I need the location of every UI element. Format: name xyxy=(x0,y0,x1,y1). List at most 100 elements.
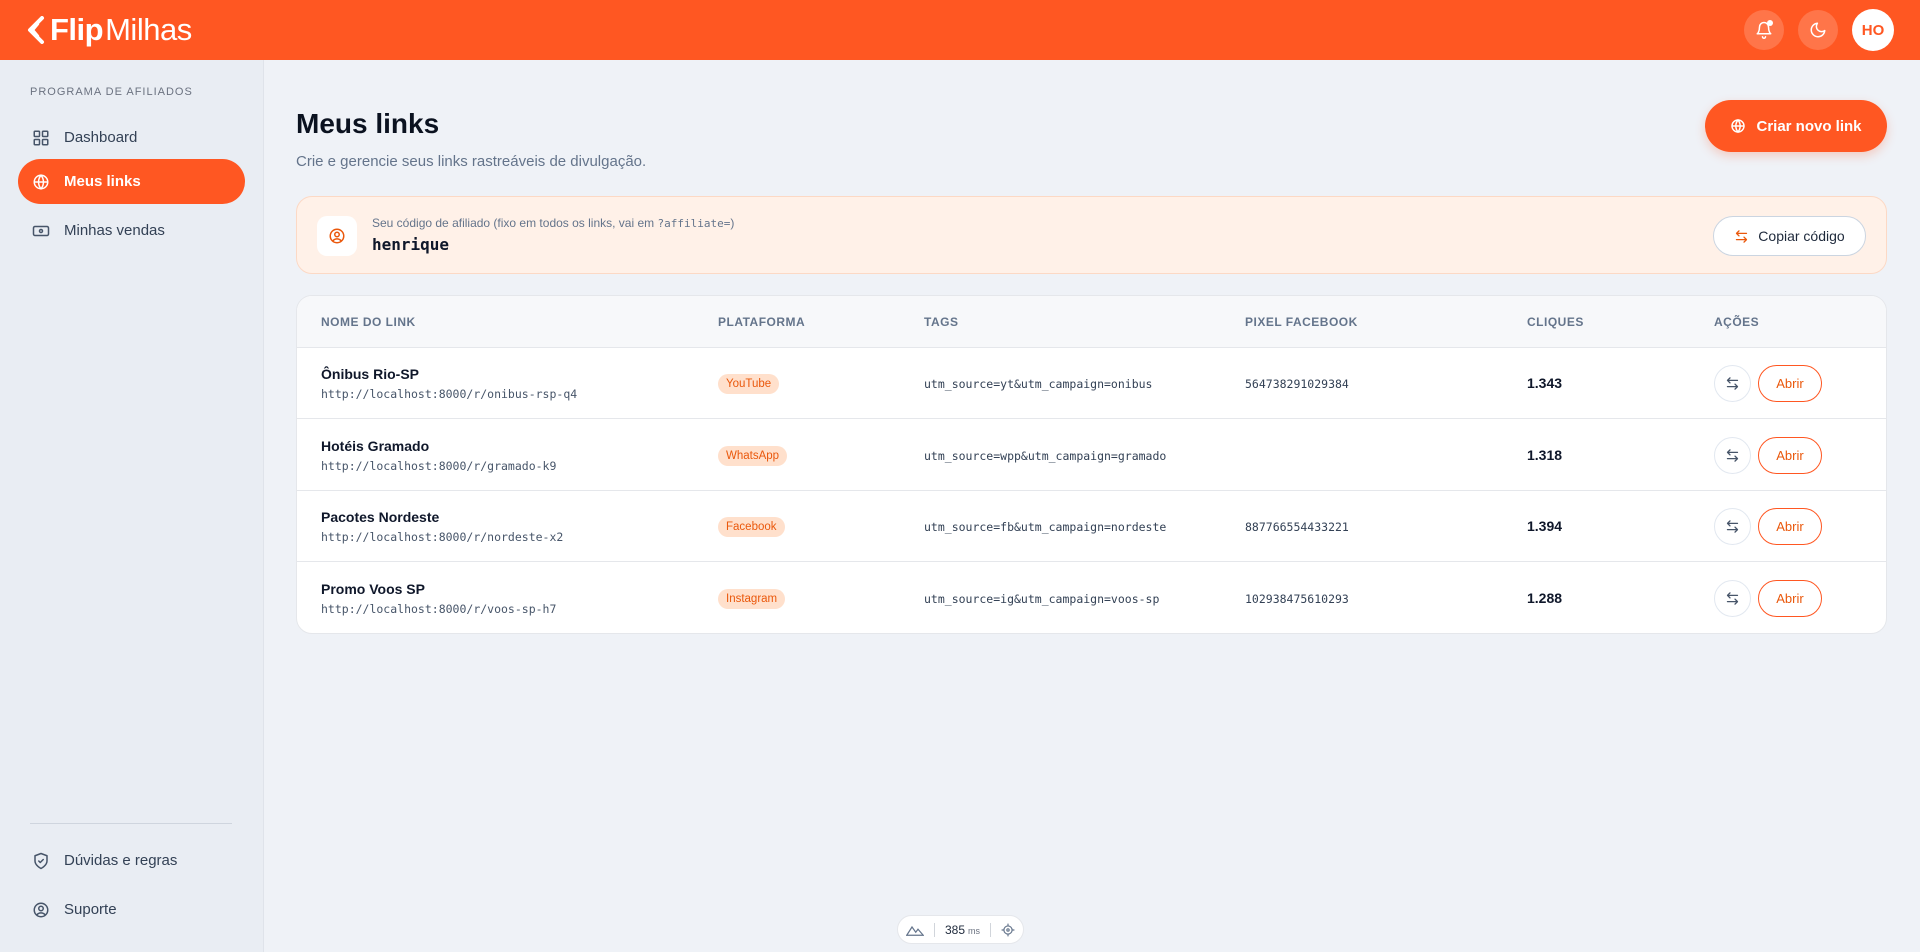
sidebar-item-label: Minhas vendas xyxy=(64,222,165,239)
perf-value: 385 xyxy=(944,922,965,937)
platform-badge: WhatsApp xyxy=(718,445,788,466)
clicks-cell: 1.394 xyxy=(1527,518,1563,534)
col-header-name: NOME DO LINK xyxy=(321,315,416,329)
tags-cell: utm_source=wpp&utm_campaign=gramado xyxy=(924,448,1167,463)
tags-cell: utm_source=fb&utm_campaign=nordeste xyxy=(924,520,1167,534)
brand-name-bold: Flip xyxy=(50,12,104,47)
swap-button[interactable] xyxy=(1714,365,1751,402)
open-link-button[interactable]: Abrir xyxy=(1758,579,1822,617)
theme-toggle-button[interactable] xyxy=(1798,10,1838,50)
swap-button[interactable] xyxy=(1714,436,1751,474)
pixel-cell: 887766554433221 xyxy=(1245,520,1349,534)
brand-name-light: Milhas xyxy=(105,12,192,47)
link-name: Promo Voos SP xyxy=(321,580,425,597)
top-bar: Flip Milhas HO xyxy=(0,0,1920,60)
link-name-cell: Promo Voos SP http://localhost:8000/r/voo… xyxy=(321,581,556,616)
link-name: Pacotes Nordeste xyxy=(321,509,440,525)
sidebar-item-label: Meus links xyxy=(64,173,141,190)
platform-cell: Facebook xyxy=(718,517,785,537)
sidebar-item-duvidas-e-regras[interactable]: Dúvidas e regras xyxy=(18,838,245,883)
col-header-clicks: CLIQUES xyxy=(1527,315,1584,329)
create-link-button[interactable]: Criar novo link xyxy=(1705,100,1887,152)
perf-separator xyxy=(933,922,935,937)
table-row: Hotéis Gramado http://localhost:8000/r/gr… xyxy=(297,420,1886,491)
user-avatar[interactable]: HO xyxy=(1852,9,1894,51)
table-header: NOME DO LINK PLATAFORMA TAGS PIXEL FACEB… xyxy=(297,296,1886,348)
swap-arrows-icon xyxy=(1726,591,1739,605)
sidebar-item-minhas-vendas[interactable]: Minhas vendas xyxy=(18,208,245,253)
link-url[interactable]: http://localhost:8000/r/gramado-k9 xyxy=(321,459,556,473)
page-subtitle: Crie e gerencie seus links rastreáveis d… xyxy=(296,153,647,170)
clicks-cell: 1.288 xyxy=(1527,589,1563,606)
sidebar-item-suporte[interactable]: Suporte xyxy=(18,887,245,932)
affiliate-code-value: henrique xyxy=(372,235,450,254)
swap-button[interactable] xyxy=(1714,508,1751,545)
link-name: Ônibus Rio-SP xyxy=(321,366,419,382)
platform-cell: WhatsApp xyxy=(718,445,788,466)
links-table: NOME DO LINK PLATAFORMA TAGS PIXEL FACEB… xyxy=(296,295,1887,634)
sidebar-item-meus-links[interactable]: Meus links xyxy=(18,159,245,204)
platform-badge: Instagram xyxy=(718,588,786,609)
swap-arrows-icon xyxy=(1736,229,1748,243)
ticket-icon xyxy=(32,225,50,236)
shield-check-icon xyxy=(34,852,48,869)
link-name: Hotéis Gramado xyxy=(321,437,430,454)
copy-code-label: Copiar código xyxy=(1758,228,1845,244)
open-link-button[interactable]: Abrir xyxy=(1758,508,1822,545)
affiliate-code-box: Seu código de afiliado (fixo em todos os… xyxy=(296,196,1887,274)
sidebar-item-label: Dúvidas e regras xyxy=(64,852,178,869)
create-link-label: Criar novo link xyxy=(1756,117,1862,135)
page-title: Meus links xyxy=(296,108,440,139)
platform-badge: YouTube xyxy=(718,374,780,394)
col-header-platform: PLATAFORMA xyxy=(718,315,806,329)
perf-unit: ms xyxy=(968,925,980,936)
perf-separator xyxy=(989,922,991,937)
platform-cell: Instagram xyxy=(718,588,786,609)
tags-cell: utm_source=yt&utm_campaign=onibus xyxy=(924,377,1153,391)
link-name-cell: Hotéis Gramado http://localhost:8000/r/gr… xyxy=(321,438,556,473)
sidebar-item-dashboard[interactable]: Dashboard xyxy=(18,115,245,160)
sidebar: PROGRAMA DE AFILIADOS Dashboard Meus lin… xyxy=(0,60,264,952)
platform-cell: YouTube xyxy=(718,374,780,394)
table-row: Ônibus Rio-SP http://localhost:8000/r/oni… xyxy=(297,348,1886,419)
sidebar-divider xyxy=(30,823,232,824)
sidebar-item-label: Dashboard xyxy=(64,129,138,146)
pixel-cell: 102938475610293 xyxy=(1245,591,1349,606)
clicks-cell: 1.318 xyxy=(1527,446,1563,463)
swap-arrows-icon xyxy=(1726,377,1739,390)
swap-arrows-icon xyxy=(1726,520,1739,533)
performance-indicator[interactable]: 385 ms xyxy=(897,915,1024,944)
sidebar-section-title: PROGRAMA DE AFILIADOS xyxy=(30,86,193,98)
copy-code-button[interactable]: Copiar código xyxy=(1713,216,1866,256)
notifications-button[interactable] xyxy=(1744,10,1784,50)
table-row: Promo Voos SP http://localhost:8000/r/voo… xyxy=(297,563,1886,634)
link-name-cell: Ônibus Rio-SP http://localhost:8000/r/oni… xyxy=(321,366,577,401)
logo-chevron-icon xyxy=(28,16,44,44)
mountains-icon xyxy=(906,925,924,936)
affiliate-icon-wrap xyxy=(317,216,357,256)
user-circle-icon xyxy=(33,902,49,917)
pixel-cell: 564738291029384 xyxy=(1245,377,1349,391)
tags-cell: utm_source=ig&utm_campaign=voos-sp xyxy=(924,591,1160,606)
crosshair-icon xyxy=(1001,923,1015,936)
affiliate-code-label: Seu código de afiliado (fixo em todos os… xyxy=(372,216,735,230)
globe-icon xyxy=(33,173,49,190)
user-circle-icon xyxy=(329,228,345,244)
open-link-button[interactable]: Abrir xyxy=(1758,436,1822,474)
sidebar-item-label: Suporte xyxy=(64,901,117,918)
platform-badge: Facebook xyxy=(718,517,785,537)
link-url[interactable]: http://localhost:8000/r/onibus-rsp-q4 xyxy=(321,387,577,401)
swap-button[interactable] xyxy=(1714,579,1751,617)
col-header-pixel: PIXEL FACEBOOK xyxy=(1245,315,1358,329)
open-link-button[interactable]: Abrir xyxy=(1758,365,1822,402)
swap-arrows-icon xyxy=(1726,448,1739,462)
link-name-cell: Pacotes Nordeste http://localhost:8000/r/… xyxy=(321,509,563,544)
grid-icon xyxy=(33,130,49,145)
main-content: Meus links Crie e gerencie seus links ra… xyxy=(265,60,1920,952)
globe-icon xyxy=(1731,118,1746,134)
link-url[interactable]: http://localhost:8000/r/voos-sp-h7 xyxy=(321,602,556,616)
clicks-cell: 1.343 xyxy=(1527,375,1563,391)
link-url[interactable]: http://localhost:8000/r/nordeste-x2 xyxy=(321,530,563,544)
brand-logo[interactable]: Flip Milhas xyxy=(26,12,192,48)
table-row: Pacotes Nordeste http://localhost:8000/r/… xyxy=(297,491,1886,562)
